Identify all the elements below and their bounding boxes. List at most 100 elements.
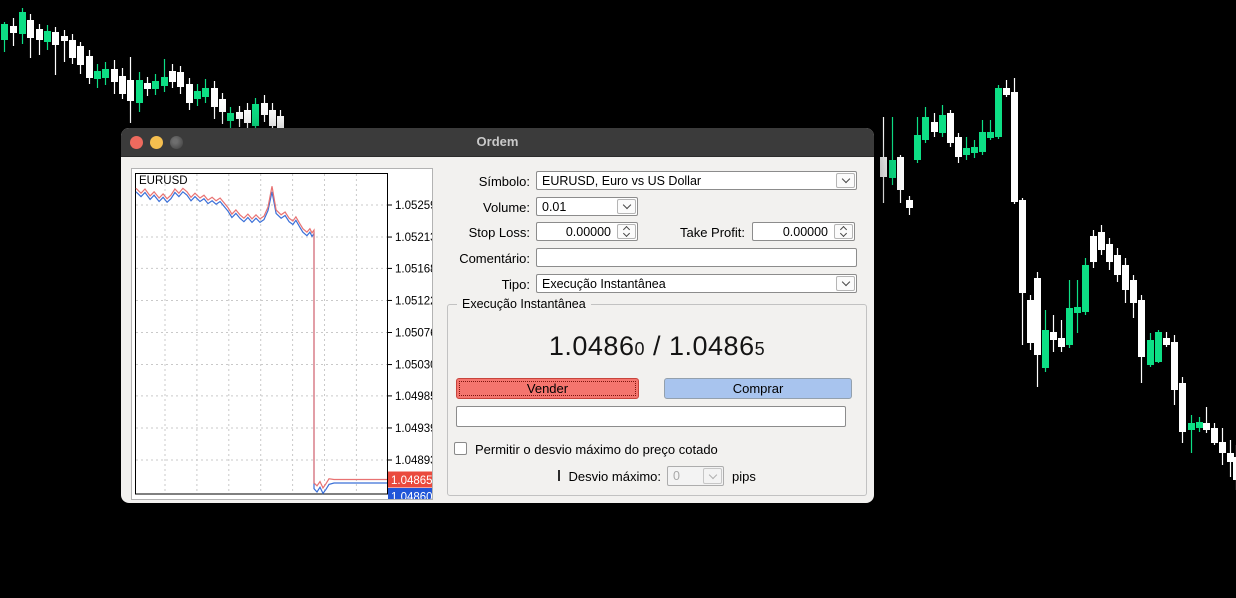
- candle: [144, 77, 151, 96]
- candle: [1138, 295, 1145, 383]
- candle: [1003, 80, 1010, 97]
- deviation-label: Desvio máximo:: [568, 469, 661, 484]
- chevron-down-icon: [841, 277, 850, 287]
- chevron-down-icon: [622, 200, 631, 210]
- candle: [236, 106, 243, 127]
- stop-loss-value: 0.00000: [565, 224, 611, 239]
- price-tick-label: 1.04985: [395, 391, 432, 403]
- window-title: Ordem: [476, 134, 519, 149]
- tick-chart: 1.052591.052131.051681.051221.050761.050…: [135, 173, 432, 499]
- type-dropdown-button[interactable]: [836, 276, 855, 291]
- candle: [194, 84, 201, 106]
- candle: [1090, 230, 1097, 268]
- candle: [1019, 198, 1026, 345]
- candle: [897, 155, 904, 203]
- candle: [914, 117, 921, 163]
- candle: [1219, 428, 1226, 465]
- candle: [1011, 78, 1018, 204]
- candle: [1050, 315, 1057, 352]
- deviation-checkbox[interactable]: [454, 442, 467, 455]
- candle: [52, 27, 59, 75]
- volume-dropdown-button[interactable]: [617, 199, 636, 214]
- desktop: Ordem 1.052591.052131.051681.051221.0507…: [0, 0, 1236, 598]
- take-profit-field[interactable]: 0.00000: [752, 222, 855, 241]
- ask-line: [135, 186, 387, 490]
- candle: [1027, 295, 1034, 350]
- candle: [1074, 280, 1081, 333]
- price-tick-label: 1.05030: [395, 360, 432, 372]
- candle: [19, 8, 26, 44]
- type-combo[interactable]: Execução Instantânea: [536, 274, 857, 293]
- candle: [979, 120, 986, 155]
- stop-loss-spinner[interactable]: [617, 224, 636, 239]
- chevron-down-icon: [841, 174, 850, 184]
- candle: [102, 62, 109, 85]
- price-tick-label: 1.05122: [395, 295, 432, 307]
- candle: [906, 196, 913, 215]
- buy-button[interactable]: Comprar: [664, 378, 852, 399]
- candle: [44, 25, 51, 50]
- candle: [111, 60, 118, 94]
- spin-down-icon: [839, 229, 848, 237]
- candle: [889, 117, 896, 185]
- candle: [987, 120, 994, 140]
- candle: [86, 50, 93, 84]
- titlebar[interactable]: Ordem: [121, 128, 874, 157]
- candle: [261, 95, 268, 122]
- candle: [1114, 248, 1121, 282]
- candle: [152, 74, 159, 95]
- symbol-label: Símbolo:: [478, 174, 530, 189]
- comment-label: Comentário:: [459, 251, 530, 266]
- candle: [61, 30, 68, 62]
- candle: [963, 137, 970, 160]
- candle: [227, 107, 234, 128]
- symbol-dropdown-button[interactable]: [836, 173, 855, 188]
- candle: [1155, 330, 1162, 363]
- price-tick-label: 1.04893: [395, 455, 432, 467]
- message-field[interactable]: [456, 406, 846, 427]
- candle: [1163, 332, 1170, 347]
- candle: [136, 72, 143, 112]
- deviation-dropdown-button: [703, 468, 722, 484]
- candle: [1203, 407, 1210, 433]
- symbol-combo[interactable]: EURUSD, Euro vs US Dollar: [536, 171, 857, 190]
- candle: [1171, 335, 1178, 405]
- candle: [1098, 225, 1105, 255]
- type-label: Tipo:: [501, 277, 530, 292]
- volume-combo[interactable]: 0.01: [536, 197, 638, 216]
- deviation-checkbox-label: Permitir o desvio máximo do preço cotado: [475, 442, 718, 457]
- stop-loss-label: Stop Loss:: [468, 225, 530, 240]
- take-profit-label: Take Profit:: [679, 225, 745, 240]
- candle: [94, 64, 101, 88]
- instant-execution-group: Execução Instantânea 1.04860 / 1.04865 V…: [447, 297, 867, 496]
- ask-badge-text: 1.04865: [391, 475, 432, 487]
- candle: [1, 22, 8, 52]
- candle: [995, 85, 1002, 139]
- candle: [939, 105, 946, 137]
- chart-symbol-label: EURUSD: [139, 175, 188, 187]
- candle: [1058, 320, 1065, 352]
- volume-label: Volume:: [483, 200, 530, 215]
- candle: [36, 24, 43, 55]
- pips-label: pips: [732, 469, 756, 484]
- candle: [1147, 333, 1154, 367]
- candle: [1130, 275, 1137, 318]
- sell-button[interactable]: Vender: [456, 378, 639, 399]
- stop-loss-field[interactable]: 0.00000: [536, 222, 638, 241]
- price-tick-label: 1.05076: [395, 328, 432, 340]
- take-profit-spinner[interactable]: [834, 224, 853, 239]
- candle: [1188, 415, 1195, 453]
- bid-badge-text: 1.04860: [391, 492, 432, 499]
- deviation-value: 0: [673, 469, 680, 483]
- cursor-bar: [558, 470, 560, 481]
- candle: [186, 78, 193, 110]
- order-dialog: Ordem 1.052591.052131.051681.051221.0507…: [121, 128, 874, 503]
- candle: [1106, 238, 1113, 270]
- comment-input[interactable]: [536, 248, 857, 267]
- volume-value: 0.01: [542, 199, 567, 214]
- symbol-value: EURUSD, Euro vs US Dollar: [542, 173, 702, 188]
- candle: [1227, 440, 1234, 477]
- candle: [119, 68, 126, 99]
- candle: [1179, 377, 1186, 443]
- candle: [127, 57, 134, 123]
